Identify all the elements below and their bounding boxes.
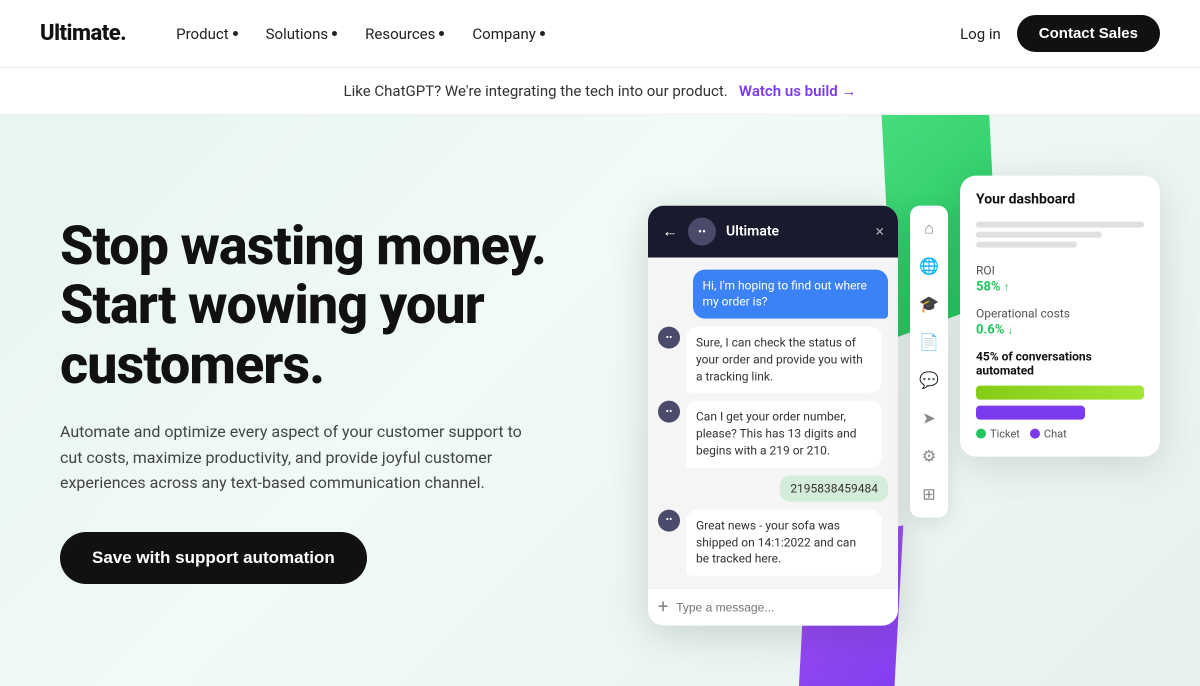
dash-line-1: [976, 221, 1144, 227]
hero-illustration: ← •• Ultimate × Hi, I'm hoping to find o…: [648, 175, 1160, 626]
chat-message-bot-3: Great news - your sofa was shipped on 14…: [686, 509, 882, 575]
chat-messages: Hi, I'm hoping to find out where my orde…: [648, 257, 898, 588]
send-icon[interactable]: ➤: [918, 407, 940, 429]
dash-line-3: [976, 241, 1077, 247]
resources-dot-icon: [439, 31, 444, 36]
login-button[interactable]: Log in: [960, 25, 1001, 43]
roi-label: ROI: [976, 263, 1144, 277]
costs-metric: Operational costs 0.6% ↓: [976, 306, 1144, 337]
legend-chat: Chat: [1030, 427, 1067, 440]
chat-message-user-1: Hi, I'm hoping to find out where my orde…: [693, 269, 889, 319]
product-dot-icon: [233, 31, 238, 36]
chat-legend-label: Chat: [1044, 427, 1067, 440]
chat-brand-name: Ultimate: [726, 223, 865, 239]
nav-item-solutions[interactable]: Solutions: [256, 19, 348, 49]
graduation-icon[interactable]: 🎓: [918, 293, 940, 315]
chat-icon[interactable]: 💬: [918, 369, 940, 391]
nav-links: Product Solutions Resources Company: [166, 19, 920, 49]
legend-ticket: Ticket: [976, 427, 1020, 440]
home-icon[interactable]: ⌂: [918, 217, 940, 239]
grid-icon[interactable]: ⊞: [918, 483, 940, 505]
dashboard-placeholder-lines: [976, 221, 1144, 247]
navigation: Ultimate. Product Solutions Resources Co…: [0, 0, 1200, 68]
chat-message-bot-1-row: •• Sure, I can check the status of your …: [658, 327, 888, 393]
chat-message-bot-3-row: •• Great news - your sofa was shipped on…: [658, 509, 888, 575]
banner-text: Like ChatGPT? We're integrating the tech…: [344, 82, 728, 100]
announcement-banner: Like ChatGPT? We're integrating the tech…: [0, 68, 1200, 115]
nav-actions: Log in Contact Sales: [960, 15, 1160, 52]
chart-legend: Ticket Chat: [976, 427, 1144, 440]
chat-back-icon[interactable]: ←: [662, 221, 678, 241]
roi-value: 58% ↑: [976, 279, 1144, 294]
solutions-dot-icon: [332, 31, 337, 36]
costs-value: 0.6% ↓: [976, 322, 1144, 337]
hero-section: Stop wasting money. Start wowing your cu…: [0, 115, 1200, 686]
chat-message-bot-2: Can I get your order number, please? Thi…: [686, 401, 882, 467]
document-icon[interactable]: 📄: [918, 331, 940, 353]
order-number-message: 2195838459484: [780, 475, 888, 501]
chart-bar-green: [976, 385, 1144, 399]
chat-message-bot-2-row: •• Can I get your order number, please? …: [658, 401, 888, 467]
chat-avatar: ••: [688, 217, 716, 245]
globe-icon[interactable]: 🌐: [918, 255, 940, 277]
logo: Ultimate.: [40, 21, 126, 46]
costs-label: Operational costs: [976, 306, 1144, 320]
chart-bars: [976, 385, 1144, 419]
sidebar-icon-panel: ⌂ 🌐 🎓 📄 💬 ➤ ⚙ ⊞: [910, 205, 948, 517]
chat-input-row[interactable]: +: [648, 588, 898, 626]
chat-close-icon[interactable]: ×: [875, 222, 884, 241]
chat-header: ← •• Ultimate ×: [648, 205, 898, 257]
hero-cta-button[interactable]: Save with support automation: [60, 532, 367, 584]
nav-item-company[interactable]: Company: [462, 19, 554, 49]
settings-icon[interactable]: ⚙: [918, 445, 940, 467]
chat-widget: ← •• Ultimate × Hi, I'm hoping to find o…: [648, 205, 898, 626]
hero-subtext: Automate and optimize every aspect of yo…: [60, 419, 540, 496]
dashboard-panel: Your dashboard ROI 58% ↑ Operational cos…: [960, 175, 1160, 456]
contact-sales-button[interactable]: Contact Sales: [1017, 15, 1160, 52]
dash-line-2: [976, 231, 1102, 237]
ticket-legend-label: Ticket: [990, 427, 1020, 440]
bot-avatar-1: ••: [658, 327, 680, 349]
chat-message-bot-1: Sure, I can check the status of your ord…: [686, 327, 882, 393]
bot-avatar-3: ••: [658, 509, 680, 531]
nav-item-resources[interactable]: Resources: [355, 19, 454, 49]
watch-build-link[interactable]: Watch us build →: [739, 82, 857, 100]
chat-add-icon[interactable]: +: [658, 597, 668, 618]
hero-headline: Stop wasting money. Start wowing your cu…: [60, 217, 600, 395]
hero-content: Stop wasting money. Start wowing your cu…: [60, 217, 600, 584]
nav-item-product[interactable]: Product: [166, 19, 247, 49]
ticket-dot-icon: [976, 429, 986, 439]
company-dot-icon: [540, 31, 545, 36]
chart-bar-purple: [976, 405, 1085, 419]
conversations-label: 45% of conversations automated: [976, 349, 1144, 377]
dashboard-title: Your dashboard: [976, 191, 1144, 207]
bot-avatar-2: ••: [658, 401, 680, 423]
chat-dot-icon: [1030, 429, 1040, 439]
chat-input[interactable]: [676, 600, 888, 614]
roi-metric: ROI 58% ↑: [976, 263, 1144, 294]
